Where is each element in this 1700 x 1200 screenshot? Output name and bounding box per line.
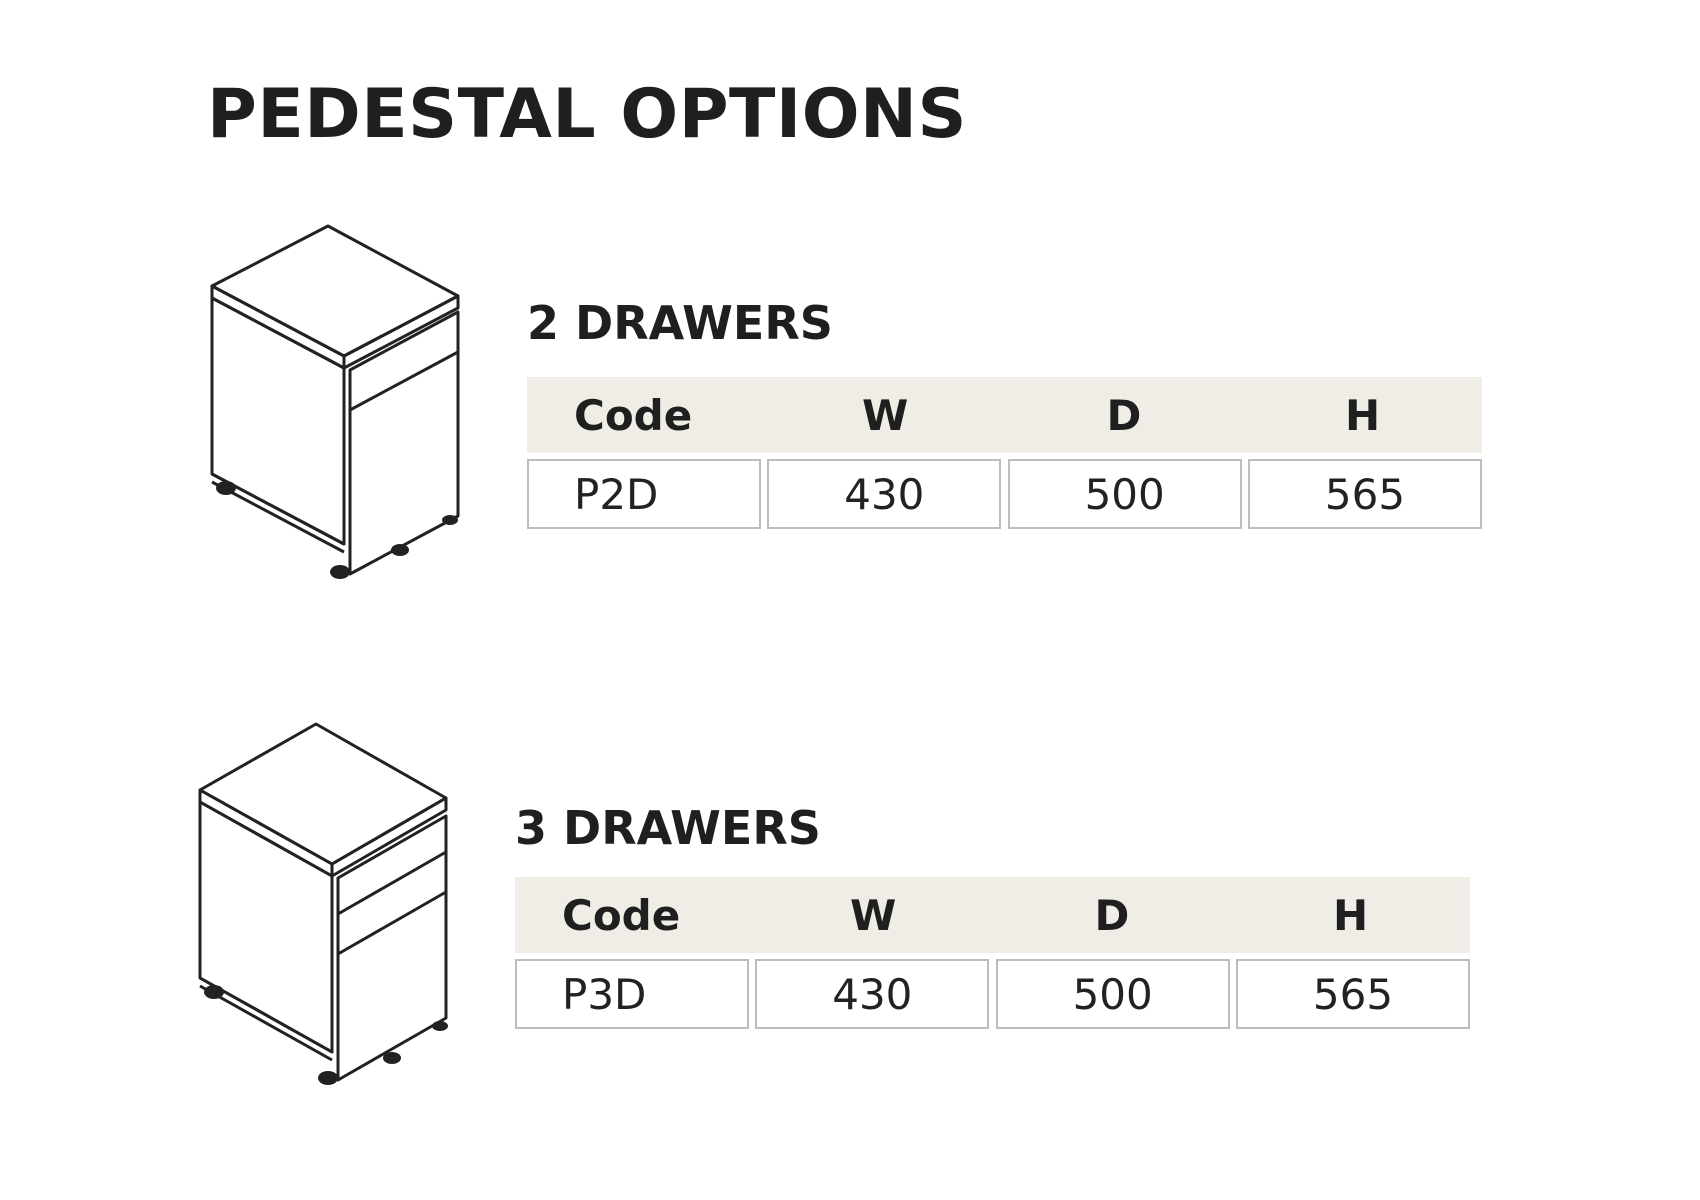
table-row: P2D 430 500 565 (527, 459, 1482, 529)
header-width: W (849, 890, 897, 940)
cell-height: 565 (1247, 459, 1482, 529)
cell-code: P2D (527, 459, 761, 529)
cell-height: 565 (1235, 959, 1470, 1029)
pedestal-section-3-drawers: 3 DRAWERS Code W D H P3D 430 500 565 (0, 718, 1700, 1118)
page-title: PEDESTAL OPTIONS (207, 75, 967, 154)
section-heading: 3 DRAWERS (515, 801, 821, 855)
header-height: H (1333, 890, 1369, 940)
pedestal-2-drawer-illustration (210, 224, 460, 579)
table-header-row: Code W D H (515, 877, 1470, 953)
header-depth: D (1094, 890, 1130, 940)
spec-table: Code W D H P2D 430 500 565 (527, 377, 1482, 529)
header-code: Code (574, 390, 693, 440)
cell-width: 430 (755, 959, 990, 1029)
pedestal-section-2-drawers: 2 DRAWERS Code W D H P2D 430 500 565 (0, 220, 1700, 620)
cell-width: 430 (767, 459, 1002, 529)
cell-depth: 500 (1007, 459, 1242, 529)
header-depth: D (1106, 390, 1142, 440)
table-row: P3D 430 500 565 (515, 959, 1470, 1029)
header-height: H (1345, 390, 1381, 440)
cell-depth: 500 (995, 959, 1230, 1029)
header-code: Code (562, 890, 681, 940)
table-header-row: Code W D H (527, 377, 1482, 453)
section-heading: 2 DRAWERS (527, 296, 833, 350)
header-width: W (861, 390, 909, 440)
pedestal-3-drawer-illustration (198, 722, 448, 1085)
spec-table: Code W D H P3D 430 500 565 (515, 877, 1470, 1029)
cell-code: P3D (515, 959, 749, 1029)
